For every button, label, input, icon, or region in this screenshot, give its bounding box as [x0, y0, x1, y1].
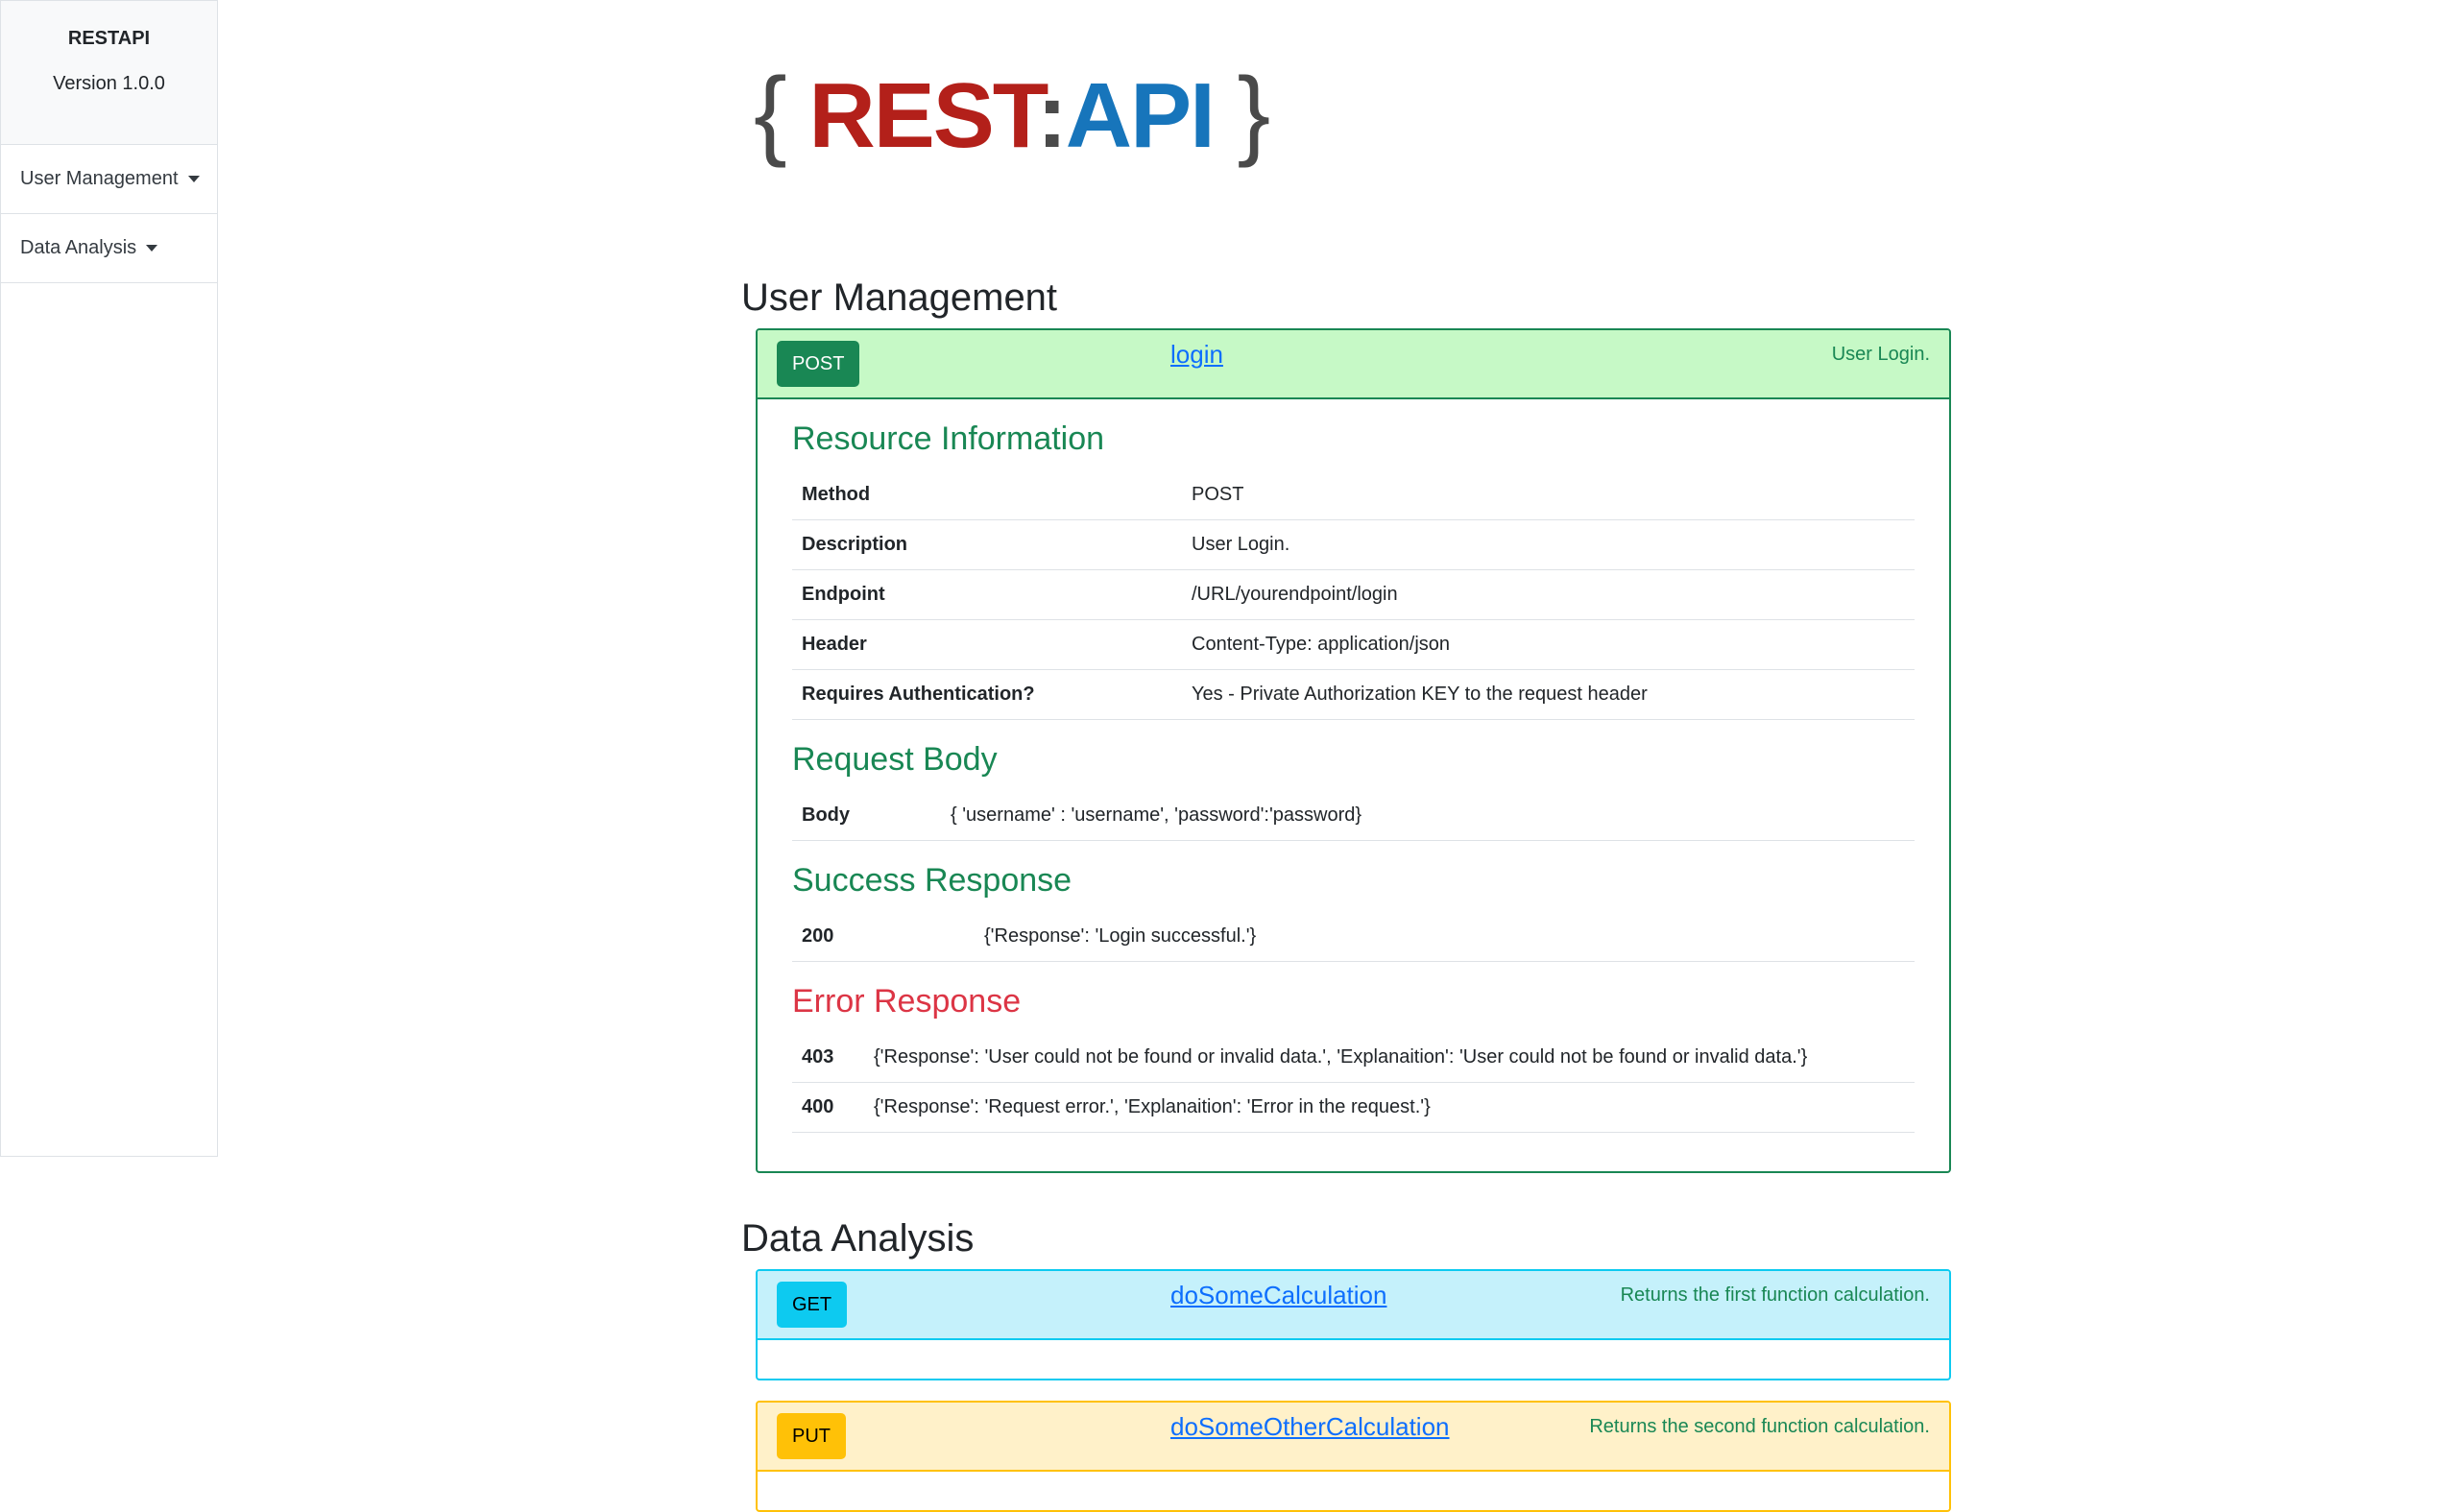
- sidebar-item-label: Data Analysis: [20, 237, 137, 258]
- endpoint-card-login: POST login User Login. Resource Informat…: [756, 328, 1951, 1173]
- table-row: Header Content-Type: application/json: [792, 619, 1915, 670]
- sidebar-item-data-analysis[interactable]: Data Analysis: [1, 214, 217, 283]
- row-value: {'Response': 'User could not be found or…: [864, 1033, 1915, 1083]
- endpoint-header[interactable]: GET doSomeCalculation Returns the first …: [758, 1271, 1949, 1340]
- table-row: 403 {'Response': 'User could not be foun…: [792, 1033, 1915, 1083]
- row-value: User Login.: [1182, 519, 1915, 570]
- endpoint-card-dosomecalculation: GET doSomeCalculation Returns the first …: [756, 1269, 1951, 1380]
- logo-open-brace: {: [754, 58, 787, 169]
- method-badge-get[interactable]: GET: [777, 1282, 848, 1328]
- endpoint-link-dosomecalculation[interactable]: doSomeCalculation: [1170, 1281, 1386, 1310]
- row-key: 403: [792, 1033, 864, 1083]
- sidebar-item-label: User Management: [20, 168, 179, 189]
- logo-colon: :: [1036, 64, 1068, 167]
- resource-information-table: Method POST Description User Login. Endp…: [792, 470, 1915, 720]
- endpoint-header[interactable]: POST login User Login.: [758, 330, 1949, 399]
- row-key: Method: [792, 470, 1182, 520]
- row-key: 400: [792, 1082, 864, 1133]
- caret-down-icon: [146, 245, 158, 252]
- endpoint-header[interactable]: PUT doSomeOtherCalculation Returns the s…: [758, 1403, 1949, 1472]
- caret-down-icon: [187, 176, 200, 182]
- row-value: {'Response': 'Request error.', 'Explanai…: [864, 1082, 1915, 1133]
- sidebar: RESTAPI Version 1.0.0 User Management Da…: [0, 0, 218, 1157]
- endpoint-summary: Returns the second function calculation.: [1589, 1416, 1930, 1437]
- table-row: 400 {'Response': 'Request error.', 'Expl…: [792, 1082, 1915, 1133]
- error-response-table: 403 {'Response': 'User could not be foun…: [792, 1033, 1915, 1133]
- endpoint-details: [758, 1340, 1949, 1379]
- table-row: Body { 'username' : 'username', 'passwor…: [792, 791, 1915, 841]
- row-value: /URL/yourendpoint/login: [1182, 569, 1915, 620]
- endpoint-details: Resource Information Method POST Descrip…: [758, 399, 1949, 1171]
- row-key: Body: [792, 791, 941, 841]
- row-key: Endpoint: [792, 569, 1182, 620]
- logo-rest: REST: [808, 64, 1038, 167]
- sidebar-item-user-management[interactable]: User Management: [1, 145, 217, 214]
- endpoint-details: [758, 1472, 1949, 1510]
- table-row: Method POST: [792, 470, 1915, 520]
- logo-api: API: [1065, 64, 1216, 167]
- row-key: 200: [792, 912, 975, 962]
- resource-information-title: Resource Information: [792, 420, 1105, 457]
- row-value: { 'username' : 'username', 'password':'p…: [941, 791, 1915, 841]
- row-value: POST: [1182, 470, 1915, 520]
- sidebar-header: RESTAPI Version 1.0.0: [1, 1, 217, 145]
- table-row: Requires Authentication? Yes - Private A…: [792, 669, 1915, 720]
- restapi-logo: { REST:API }: [754, 56, 1270, 171]
- endpoint-link-dosomeothercalculation[interactable]: doSomeOtherCalculation: [1170, 1412, 1450, 1442]
- request-body-table: Body { 'username' : 'username', 'passwor…: [792, 791, 1915, 841]
- request-body-title: Request Body: [792, 741, 998, 778]
- row-key: Description: [792, 519, 1182, 570]
- section-title-user-management: User Management: [741, 276, 1058, 319]
- section-title-data-analysis: Data Analysis: [741, 1217, 975, 1260]
- table-row: Endpoint /URL/yourendpoint/login: [792, 569, 1915, 620]
- row-key: Header: [792, 619, 1182, 670]
- row-key: Requires Authentication?: [792, 669, 1182, 720]
- table-row: 200 {'Response': 'Login successful.'}: [792, 912, 1915, 962]
- success-response-title: Success Response: [792, 862, 1072, 899]
- method-badge-post[interactable]: POST: [777, 341, 860, 387]
- success-response-table: 200 {'Response': 'Login successful.'}: [792, 912, 1915, 962]
- endpoint-link-login[interactable]: login: [1170, 340, 1223, 370]
- sidebar-version: Version 1.0.0: [53, 73, 165, 94]
- endpoint-summary: Returns the first function calculation.: [1620, 1284, 1930, 1306]
- logo-close-brace: }: [1237, 58, 1270, 169]
- method-badge-put[interactable]: PUT: [777, 1413, 846, 1459]
- row-value: Yes - Private Authorization KEY to the r…: [1182, 669, 1915, 720]
- error-response-title: Error Response: [792, 983, 1022, 1020]
- row-value: Content-Type: application/json: [1182, 619, 1915, 670]
- row-value: {'Response': 'Login successful.'}: [975, 912, 1915, 962]
- endpoint-summary: User Login.: [1831, 344, 1930, 365]
- table-row: Description User Login.: [792, 519, 1915, 570]
- sidebar-title: RESTAPI: [67, 28, 151, 49]
